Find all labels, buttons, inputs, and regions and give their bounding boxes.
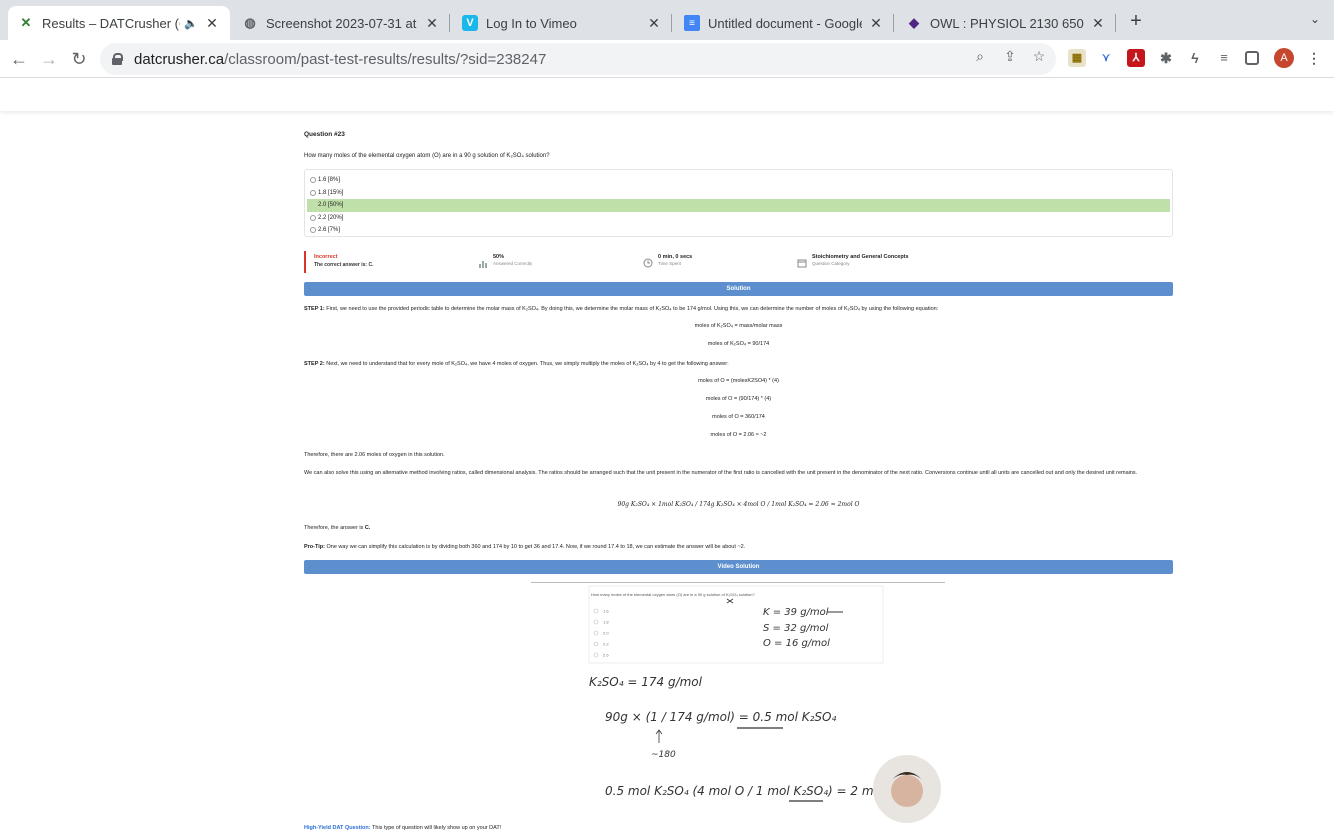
extension-wave-icon[interactable]: ⋎ [1097, 49, 1115, 67]
solution-heading: Solution [304, 282, 1173, 296]
radio-icon [310, 214, 316, 221]
radio-icon [310, 202, 316, 209]
zoom-icon[interactable]: ⌕ [971, 48, 989, 65]
close-icon[interactable]: ✕ [204, 15, 220, 32]
question-text: How many moles of the elemental oxygen a… [304, 153, 550, 159]
equation-2: moles of K₂SO₄ = 90/174 [707, 341, 770, 347]
video-solution-heading: Video Solution [304, 560, 1173, 574]
datcrusher-icon: ✕ [20, 15, 32, 30]
docs-icon: ≡ [684, 15, 700, 31]
side-panel-icon[interactable] [1245, 51, 1259, 65]
speaker-icon[interactable]: 🔈 [184, 17, 198, 30]
new-tab-button[interactable]: + [1126, 10, 1146, 32]
reload-icon[interactable]: ↻ [68, 48, 90, 70]
url-text[interactable]: datcrusher.ca/classroom/past-test-result… [134, 51, 546, 68]
tab-strip: ✕ Results – DATCrusher (Can 🔈 ✕ ◍ Screen… [0, 0, 1334, 40]
video-option: 1.8 [603, 620, 609, 625]
handwritten-line: 0.5 mol K₂SO₄ (4 mol O / 1 mol K₂SO₄) = … [605, 784, 898, 798]
clock-icon [643, 255, 653, 268]
tab-vimeo[interactable]: V Log In to Vimeo ✕ [452, 6, 672, 40]
profile-avatar[interactable]: A [1274, 48, 1294, 68]
close-icon[interactable]: ✕ [424, 15, 440, 32]
bookmark-star-icon[interactable]: ☆ [1030, 48, 1048, 65]
site-header [0, 79, 1334, 111]
handwritten-line: K₂SO₄ = 174 g/mol [589, 675, 703, 689]
result-status: Incorrect The correct answer is: C. [304, 251, 373, 273]
close-icon[interactable]: ✕ [1090, 15, 1106, 32]
equation-3: moles of O = (molesK2SO4) * (4) [698, 378, 779, 384]
video-option: 2.0 [603, 631, 609, 636]
tab-screenshot[interactable]: ◍ Screenshot 2023-07-31 at 5.0 ✕ [232, 6, 450, 40]
tab-title: Log In to Vimeo [486, 15, 577, 31]
step1-text: STEP 1: First, we need to use the provid… [304, 306, 939, 312]
tab-search-icon[interactable]: ⌄ [1310, 12, 1320, 26]
media-control-icon[interactable]: ≡ [1215, 49, 1233, 67]
owl-icon: ◆ [909, 15, 919, 30]
tab-title: Screenshot 2023-07-31 at 5.0 [266, 15, 418, 31]
tab-datcrusher[interactable]: ✕ Results – DATCrusher (Can 🔈 ✕ [8, 6, 230, 40]
extension-calculator-icon[interactable]: ▦ [1068, 49, 1086, 67]
tab-title: OWL : PHYSIOL 2130 650 SU2 [930, 15, 1084, 31]
lock-icon [112, 53, 123, 65]
video-frame: How many moles of the elemental oxygen a… [588, 585, 941, 823]
option-a: 1.6 [8%] [307, 174, 1170, 187]
alternative-method-text: We can also solve this using an alternat… [304, 470, 1138, 476]
result-stats: Incorrect The correct answer is: C. 50% A… [304, 251, 1173, 273]
globe-icon: ◍ [244, 15, 256, 30]
extensions-puzzle-icon[interactable]: ✱ [1157, 49, 1175, 67]
browser-toolbar: ← → ↻ datcrusher.ca/classroom/past-test-… [0, 40, 1334, 78]
kebab-menu-icon[interactable]: ⋮ [1305, 49, 1323, 67]
forward-icon[interactable]: → [38, 48, 60, 70]
address-bar[interactable]: datcrusher.ca/classroom/past-test-result… [100, 43, 1056, 75]
extension-pdf-icon[interactable]: ⅄ [1127, 49, 1145, 67]
vimeo-icon: V [462, 15, 478, 31]
share-icon[interactable]: ⇪ [1001, 48, 1019, 65]
back-icon[interactable]: ← [8, 48, 30, 70]
dimensional-analysis-equation: 90g K₂SO₄ × 1mol K₂SO₄ / 174g K₂SO₄ × 4m… [617, 501, 860, 508]
handwritten-note: K = 39 g/mol [763, 607, 829, 618]
equation-1: moles of K₂SO₄ = mass/molar mass [694, 323, 783, 329]
question-number: Question #23 [304, 131, 345, 138]
radio-icon [310, 227, 316, 234]
video-player[interactable]: How many moles of the elemental oxygen a… [531, 582, 945, 823]
high-yield-link[interactable]: High-Yield DAT Question: [304, 825, 371, 831]
tab-title: Results – DATCrusher (Can [42, 15, 180, 31]
equation-6: moles of O = 2.06 ≈ ~2 [710, 432, 767, 438]
category-stat: Stoichiometry and General Concepts Questi… [797, 254, 909, 268]
bar-chart-icon [478, 255, 488, 268]
tab-google-docs[interactable]: ≡ Untitled document - Google Do ✕ [674, 6, 894, 40]
option-b: 1.8 [15%] [307, 187, 1170, 200]
handwritten-note: O = 16 g/mol [763, 638, 830, 649]
handwritten-line: ~180 [651, 750, 676, 760]
percent-stat: 50% Answered Correctly [478, 254, 532, 268]
radio-icon [310, 177, 316, 184]
equation-5: moles of O = 360/174 [712, 414, 765, 420]
therefore-text: Therefore, there are 2.06 moles of oxyge… [304, 452, 445, 458]
option-d: 2.2 [20%] [307, 212, 1170, 225]
tab-title: Untitled document - Google Do [708, 15, 862, 31]
equation-4: moles of O = (90/174) * (4) [705, 396, 772, 402]
video-option: 2.2 [603, 642, 609, 647]
tab-owl[interactable]: ◆ OWL : PHYSIOL 2130 650 SU2 ✕ [896, 6, 1116, 40]
handwritten-line: 90g × (1 / 174 g/mol) = 0.5 mol K₂SO₄ [605, 710, 836, 724]
answer-text: Therefore, the answer is C. [304, 525, 371, 531]
extension-bolt-icon[interactable]: ϟ [1186, 49, 1204, 67]
option-c-correct: 2.0 [50%] [307, 199, 1170, 212]
calendar-icon [797, 255, 807, 268]
handwritten-note: S = 32 g/mol [763, 623, 829, 634]
video-question-text: How many moles of the elemental oxygen a… [591, 592, 755, 597]
option-e: 2.6 [7%] [307, 224, 1170, 237]
answer-options: 1.6 [8%] 1.8 [15%] 2.0 [50%] 2.2 [20%] 2… [304, 169, 1173, 237]
video-option: 2.6 [603, 653, 609, 658]
time-stat: 0 min, 0 secs Time Spent [643, 254, 692, 268]
high-yield-note: High-Yield DAT Question: This type of qu… [304, 825, 502, 831]
video-option: 1.6 [603, 609, 609, 614]
step2-text: STEP 2: Next, we need to understand that… [304, 361, 729, 367]
radio-icon [310, 189, 316, 196]
close-icon[interactable]: ✕ [646, 15, 662, 32]
pro-tip-text: Pro-Tip: One way we can simplify this ca… [304, 544, 746, 550]
close-icon[interactable]: ✕ [868, 15, 884, 32]
